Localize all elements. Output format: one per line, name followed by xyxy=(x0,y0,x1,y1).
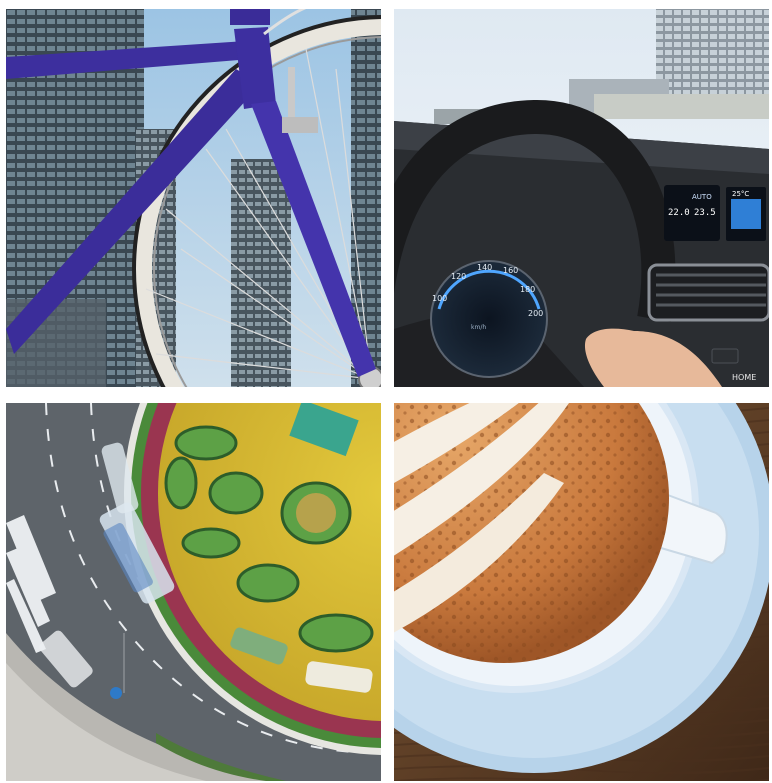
speed-tick: 160 xyxy=(503,266,518,275)
speed-unit: km/h xyxy=(471,324,486,331)
roundabout-scene xyxy=(6,403,381,781)
tower-back xyxy=(231,159,291,387)
climate-display: AUTO 22.0 23.5 25°C xyxy=(664,185,766,241)
bicycle-scene xyxy=(6,9,381,387)
photo-car-dashboard: 100 120 140 160 180 200 km/h AUTO 22.0 2… xyxy=(394,9,769,387)
speed-tick: 140 xyxy=(477,263,492,272)
speed-tick: 180 xyxy=(520,285,535,294)
speedometer: 100 120 140 160 180 200 km/h xyxy=(430,260,548,378)
coffee-scene xyxy=(394,403,769,781)
temp-right: 23.5 xyxy=(694,208,716,218)
console-button xyxy=(711,348,739,364)
speed-tick: 120 xyxy=(451,272,466,281)
climate-mode: AUTO xyxy=(692,193,712,201)
speed-tick: 200 xyxy=(528,309,543,318)
dashboard-scene: 100 120 140 160 180 200 km/h AUTO 22.0 2… xyxy=(394,9,769,387)
photo-roundabout-aerial xyxy=(6,403,381,781)
photo-cappuccino xyxy=(394,403,769,781)
home-label: HOME xyxy=(732,373,756,382)
speed-tick: 100 xyxy=(432,294,447,303)
air-vent xyxy=(647,263,769,322)
outside-temp: 25°C xyxy=(732,190,749,198)
photo-bicycle-city xyxy=(6,9,381,387)
temp-left: 22.0 xyxy=(668,208,690,218)
